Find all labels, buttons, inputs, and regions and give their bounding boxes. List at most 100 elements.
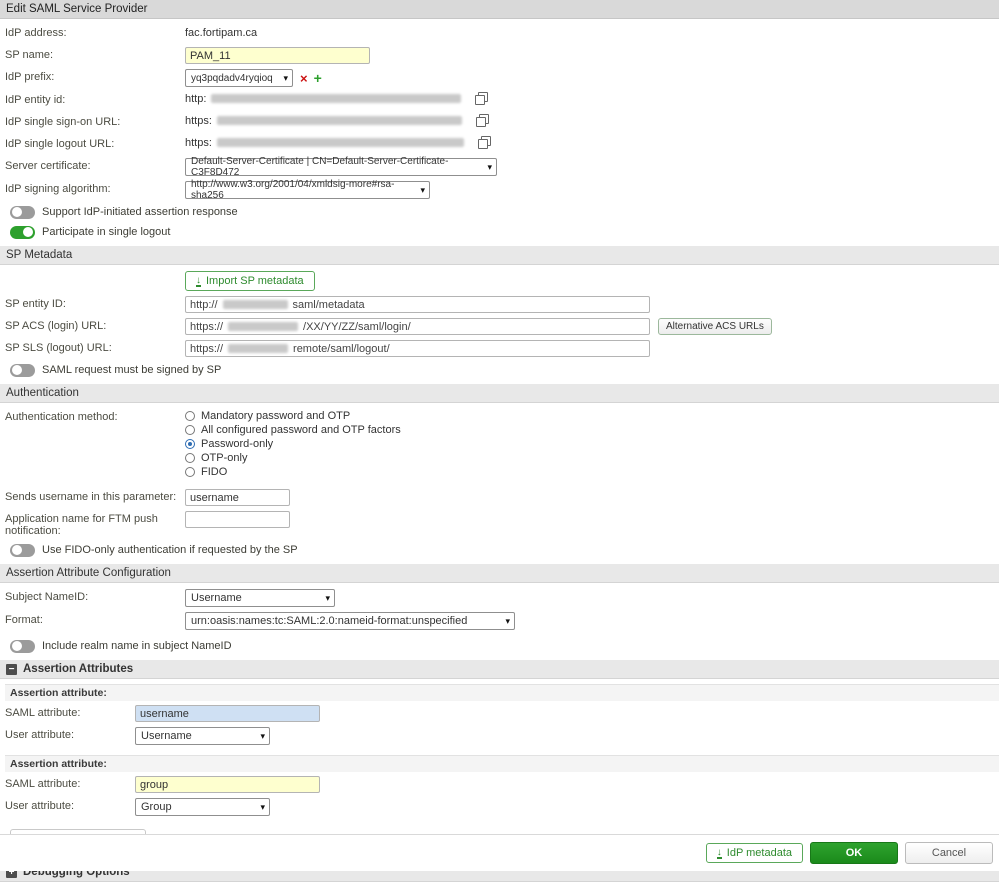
- saml-attribute-label: SAML attribute:: [5, 705, 135, 719]
- remove-prefix-icon[interactable]: ×: [300, 70, 308, 87]
- assertion-attribute-heading: Assertion attribute:: [5, 755, 999, 772]
- idp-initiated-toggle[interactable]: [10, 206, 35, 219]
- idp-section: IdP address: fac.fortipam.ca SP name: Id…: [0, 19, 999, 240]
- idp-prefix-label: IdP prefix:: [5, 69, 185, 83]
- sp-name-input[interactable]: [185, 47, 370, 64]
- field-idp-entity-id: IdP entity id: http:: [5, 92, 999, 109]
- include-realm-toggle-label: Include realm name in subject NameID: [42, 640, 232, 652]
- redacted-sp-entity-id: [223, 300, 288, 309]
- authentication-section: Authentication method: Mandatory passwor…: [0, 403, 999, 558]
- field-sp-entity-id: SP entity ID: http:// saml/metadata: [5, 296, 999, 313]
- fido-only-toggle[interactable]: [10, 544, 35, 557]
- fido-only-toggle-label: Use FIDO-only authentication if requeste…: [42, 544, 298, 556]
- field-saml-attribute-1: SAML attribute:: [5, 705, 999, 722]
- field-sp-sls-url: SP SLS (logout) URL: https:// remote/sam…: [5, 340, 999, 357]
- chevron-down-icon: ▾: [505, 616, 510, 627]
- field-user-attribute-2: User attribute: Group ▾: [5, 798, 999, 816]
- idp-entity-id-scheme: http:: [185, 93, 206, 105]
- sp-entity-id-input[interactable]: http:// saml/metadata: [185, 296, 650, 313]
- radio-icon[interactable]: [185, 411, 195, 421]
- radio-icon[interactable]: [185, 453, 195, 463]
- footer-bar: ↓ IdP metadata OK Cancel: [0, 834, 999, 871]
- ftm-app-name-input[interactable]: [185, 511, 290, 528]
- toggle-row-single-logout: Participate in single logout: [10, 224, 999, 240]
- user-attribute-label: User attribute:: [5, 727, 135, 741]
- sp-name-label: SP name:: [5, 47, 185, 61]
- alternative-acs-urls-button[interactable]: Alternative ACS URLs: [658, 318, 772, 335]
- assertion-attribute-heading: Assertion attribute:: [5, 684, 999, 701]
- radio-password-only[interactable]: Password-only: [185, 437, 401, 450]
- copy-icon[interactable]: [475, 92, 488, 105]
- field-user-attribute-1: User attribute: Username ▾: [5, 727, 999, 745]
- server-certificate-label: Server certificate:: [5, 158, 185, 172]
- idp-signing-algorithm-label: IdP signing algorithm:: [5, 181, 185, 195]
- toggle-row-fido-only: Use FIDO-only authentication if requeste…: [10, 542, 999, 558]
- redacted-sp-acs-url: [228, 322, 298, 331]
- username-parameter-input[interactable]: [185, 489, 290, 506]
- field-idp-address: IdP address: fac.fortipam.ca: [5, 25, 999, 42]
- radio-icon[interactable]: [185, 425, 195, 435]
- radio-otp-only[interactable]: OTP-only: [185, 451, 401, 464]
- copy-icon[interactable]: [476, 114, 489, 127]
- username-parameter-label: Sends username in this parameter:: [5, 489, 185, 503]
- redacted-sp-sls-url: [228, 344, 288, 353]
- single-logout-toggle-label: Participate in single logout: [42, 226, 170, 238]
- include-realm-toggle[interactable]: [10, 640, 35, 653]
- chevron-down-icon: ▾: [260, 802, 265, 813]
- sp-acs-url-input[interactable]: https:// /XX/YY/ZZ/saml/login/: [185, 318, 650, 335]
- chevron-down-icon: ▾: [283, 73, 288, 84]
- idp-slo-url-label: IdP single logout URL:: [5, 136, 185, 150]
- field-sp-acs-url: SP ACS (login) URL: https:// /XX/YY/ZZ/s…: [5, 318, 999, 335]
- section-sp-metadata: SP Metadata: [0, 246, 999, 265]
- field-saml-attribute-2: SAML attribute:: [5, 776, 999, 793]
- saml-attribute-input-1[interactable]: [135, 705, 320, 722]
- import-sp-metadata-label: Import SP metadata: [206, 275, 304, 287]
- user-attribute-select-2[interactable]: Group ▾: [135, 798, 270, 816]
- cancel-button[interactable]: Cancel: [905, 842, 993, 864]
- subject-nameid-value: Username: [191, 592, 242, 604]
- idp-signing-algorithm-select[interactable]: http://www.w3.org/2001/04/xmldsig-more#r…: [185, 181, 430, 199]
- field-subject-nameid: Subject NameID: Username ▾: [5, 589, 999, 607]
- ftm-app-name-label: Application name for FTM push notificati…: [5, 511, 185, 537]
- single-logout-toggle[interactable]: [10, 226, 35, 239]
- radio-icon[interactable]: [185, 467, 195, 477]
- idp-address-label: IdP address:: [5, 25, 185, 39]
- radio-mandatory-password-otp[interactable]: Mandatory password and OTP: [185, 409, 401, 422]
- radio-icon-selected[interactable]: [185, 439, 195, 449]
- saml-signed-toggle[interactable]: [10, 364, 35, 377]
- import-sp-metadata-button[interactable]: ↓ Import SP metadata: [185, 271, 315, 291]
- field-ftm-app-name: Application name for FTM push notificati…: [5, 511, 999, 537]
- sp-sls-url-input[interactable]: https:// remote/saml/logout/: [185, 340, 650, 357]
- idp-prefix-select[interactable]: yq3pqdadv4ryqioq ▾: [185, 69, 293, 87]
- field-idp-slo-url: IdP single logout URL: https:: [5, 136, 999, 153]
- section-authentication: Authentication: [0, 384, 999, 403]
- subject-nameid-label: Subject NameID:: [5, 589, 185, 603]
- radio-all-configured-factors[interactable]: All configured password and OTP factors: [185, 423, 401, 436]
- user-attribute-select-1[interactable]: Username ▾: [135, 727, 270, 745]
- field-idp-prefix: IdP prefix: yq3pqdadv4ryqioq ▾ × +: [5, 69, 999, 87]
- section-assertion-attributes[interactable]: − Assertion Attributes: [0, 660, 999, 679]
- collapse-icon[interactable]: −: [6, 664, 17, 675]
- idp-metadata-button[interactable]: ↓ IdP metadata: [706, 843, 803, 863]
- download-icon: ↓: [717, 848, 722, 859]
- field-idp-sso-url: IdP single sign-on URL: https:: [5, 114, 999, 131]
- idp-address-value: fac.fortipam.ca: [185, 25, 257, 39]
- nameid-format-select[interactable]: urn:oasis:names:tc:SAML:2.0:nameid-forma…: [185, 612, 515, 630]
- redacted-idp-entity-id: [211, 94, 461, 103]
- idp-prefix-value: yq3pqdadv4ryqioq: [191, 73, 273, 84]
- saml-attribute-input-2[interactable]: [135, 776, 320, 793]
- sp-entity-id-label: SP entity ID:: [5, 296, 185, 310]
- assertion-config-section: Subject NameID: Username ▾ Format: urn:o…: [0, 583, 999, 654]
- add-prefix-icon[interactable]: +: [314, 70, 322, 87]
- row-import-sp-metadata: ↓ Import SP metadata: [5, 271, 999, 291]
- ok-button[interactable]: OK: [810, 842, 898, 864]
- section-assertion-config: Assertion Attribute Configuration: [0, 564, 999, 583]
- radio-fido[interactable]: FIDO: [185, 465, 401, 478]
- field-authentication-method: Authentication method: Mandatory passwor…: [5, 409, 999, 479]
- copy-icon[interactable]: [478, 136, 491, 149]
- server-certificate-select[interactable]: Default-Server-Certificate | CN=Default-…: [185, 158, 497, 176]
- saml-attribute-label: SAML attribute:: [5, 776, 135, 790]
- chevron-down-icon: ▾: [420, 185, 425, 196]
- redacted-idp-slo-url: [217, 138, 464, 147]
- subject-nameid-select[interactable]: Username ▾: [185, 589, 335, 607]
